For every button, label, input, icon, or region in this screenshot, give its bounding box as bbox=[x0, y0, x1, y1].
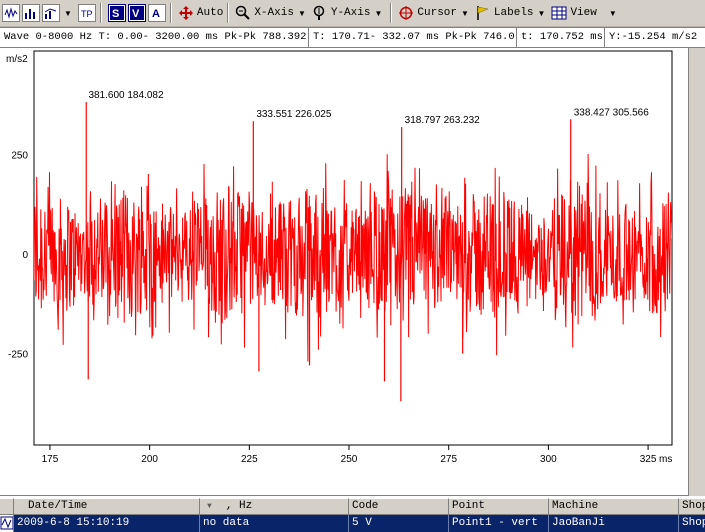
zoom-magnifier-icon bbox=[236, 5, 251, 20]
tp-icon: TP bbox=[77, 4, 96, 22]
col-header-point[interactable]: Point bbox=[449, 498, 549, 515]
col-header-hz-label: , Hz bbox=[225, 500, 253, 512]
waveform-chart[interactable]: m/s2 ms 250 0 -250 175 200 225 250 275 300 325 3… bbox=[0, 48, 705, 496]
cell-machine: JaoBanJi bbox=[549, 515, 679, 532]
cell-datetime: 2009-6-8 15:10:19 bbox=[14, 515, 200, 532]
y-axis-unit-label: m/s2 bbox=[6, 54, 28, 65]
spectrum-view-button[interactable] bbox=[22, 3, 40, 23]
info-bar: Wave 0-8000 Hz T: 0.00- 3200.00 ms Pk-Pk… bbox=[0, 27, 705, 48]
x-tick-label: 300 bbox=[540, 454, 557, 465]
x-axis-button[interactable]: X-Axis ▼ bbox=[235, 3, 310, 23]
grid-header-corner bbox=[0, 498, 14, 515]
toolbar-separator bbox=[227, 3, 230, 23]
sort-arrow-icon: ▼ bbox=[207, 502, 212, 511]
x-tick-label: 275 bbox=[440, 454, 457, 465]
grid-header: Date/Time ▼ , Hz Code Point Machine Shop bbox=[0, 498, 705, 515]
vertical-scale-button[interactable]: V bbox=[127, 3, 146, 23]
y-axis-button[interactable]: Y-Axis ▼ bbox=[312, 3, 387, 23]
cursor-label: Cursor bbox=[417, 7, 457, 19]
bar-spectrum-icon bbox=[22, 4, 40, 22]
svg-text:A: A bbox=[152, 8, 160, 20]
cell-hz: no data bbox=[200, 515, 349, 532]
peak-value-label: 338.427 305.566 bbox=[574, 107, 650, 118]
x-tick-label: 200 bbox=[141, 454, 158, 465]
y-axis: 250 0 -250 bbox=[8, 150, 28, 360]
peak-value-label: 381.600 184.082 bbox=[88, 90, 164, 101]
col-header-datetime[interactable]: Date/Time bbox=[14, 498, 200, 515]
col-header-code[interactable]: Code bbox=[349, 498, 449, 515]
x-tick-label: 225 bbox=[241, 454, 258, 465]
info-cursor-value: Y:-15.254 m/s2 bbox=[609, 31, 698, 43]
labels-label: Labels bbox=[493, 7, 534, 19]
col-header-machine[interactable]: Machine bbox=[549, 498, 679, 515]
col-header-shop[interactable]: Shop bbox=[679, 498, 705, 515]
chevron-down-icon[interactable]: ▼ bbox=[64, 9, 72, 18]
toolbar-separator bbox=[99, 3, 102, 23]
scale-button[interactable]: S bbox=[107, 3, 126, 23]
svg-text:V: V bbox=[132, 8, 140, 20]
info-cursor-range: T: 170.71- 332.07 ms Pk-Pk 746.0 bbox=[309, 28, 517, 47]
table-row[interactable]: 2009-6-8 15:10:19 no data 5 V Point1 - v… bbox=[0, 515, 705, 532]
scale-v-icon: V bbox=[127, 4, 146, 22]
y-tick-label: 0 bbox=[22, 250, 28, 261]
y-tick-label: -250 bbox=[8, 349, 28, 360]
chevron-down-icon[interactable]: ▼ bbox=[298, 9, 306, 18]
cursor-button[interactable]: Cursor ▼ bbox=[398, 3, 473, 23]
view-button[interactable]: View ▼ bbox=[551, 3, 620, 23]
x-axis-unit-label: ms bbox=[659, 454, 672, 465]
scale-s-icon: S bbox=[107, 4, 126, 22]
vertical-scrollbar[interactable] bbox=[688, 48, 705, 496]
flag-icon bbox=[477, 6, 489, 20]
peak-value-label: 333.551 226.025 bbox=[256, 109, 332, 120]
view-label: View bbox=[570, 7, 597, 19]
chevron-down-icon[interactable]: ▼ bbox=[374, 9, 382, 18]
svg-text:S: S bbox=[112, 8, 119, 20]
scale-a-icon: A bbox=[147, 4, 166, 22]
x-axis-label: X-Axis bbox=[254, 7, 294, 19]
tp-view-button[interactable]: TP bbox=[77, 3, 96, 23]
cell-point: Point1 - vert bbox=[449, 515, 549, 532]
cell-shop: Shop bbox=[682, 517, 705, 529]
x-axis: 175 200 225 250 275 300 325 bbox=[42, 445, 657, 465]
chevron-down-icon[interactable]: ▼ bbox=[538, 9, 546, 18]
info-cursor-time: t: 170.752 ms bbox=[517, 28, 605, 47]
table-grid-icon bbox=[551, 6, 567, 20]
amplitude-button[interactable]: A bbox=[147, 3, 166, 23]
info-wave-range: Wave 0-8000 Hz T: 0.00- 3200.00 ms Pk-Pk… bbox=[0, 28, 309, 47]
toolbar: ▼ TP S V A Auto X-Axis ▼ Y-Axis ▼ Cursor… bbox=[0, 0, 705, 27]
crosshair-icon bbox=[399, 6, 414, 20]
trend-view-button[interactable]: ▼ bbox=[42, 3, 76, 23]
y-axis-label: Y-Axis bbox=[330, 7, 371, 19]
measurement-grid: Date/Time ▼, Hz Code Point Machine Shop … bbox=[0, 496, 705, 532]
toolbar-separator bbox=[390, 3, 393, 23]
labels-button[interactable]: Labels ▼ bbox=[475, 3, 550, 23]
y-tick-label: 250 bbox=[11, 150, 28, 161]
peak-value-label: 318.797 263.232 bbox=[405, 115, 481, 126]
chevron-down-icon[interactable]: ▼ bbox=[609, 9, 617, 18]
waveform-icon bbox=[2, 4, 20, 22]
row-status-icon bbox=[0, 515, 14, 532]
auto-label: Auto bbox=[196, 7, 224, 19]
toolbar-separator bbox=[169, 3, 172, 23]
x-tick-label: 325 bbox=[640, 454, 657, 465]
svg-text:TP: TP bbox=[81, 9, 93, 19]
x-tick-label: 175 bbox=[42, 454, 59, 465]
cell-code: 5 V bbox=[349, 515, 449, 532]
auto-button[interactable]: Auto bbox=[178, 3, 223, 23]
move-arrows-icon bbox=[178, 6, 193, 20]
chart-svg[interactable]: m/s2 ms 250 0 -250 175 200 225 250 275 300 325 3… bbox=[0, 48, 688, 496]
waveform-view-button[interactable] bbox=[2, 3, 20, 23]
x-tick-label: 250 bbox=[341, 454, 358, 465]
trend-chart-icon bbox=[42, 4, 60, 22]
zoom-y-icon bbox=[313, 5, 325, 20]
col-header-hz[interactable]: ▼ , Hz bbox=[200, 498, 349, 515]
chevron-down-icon[interactable]: ▼ bbox=[461, 9, 469, 18]
